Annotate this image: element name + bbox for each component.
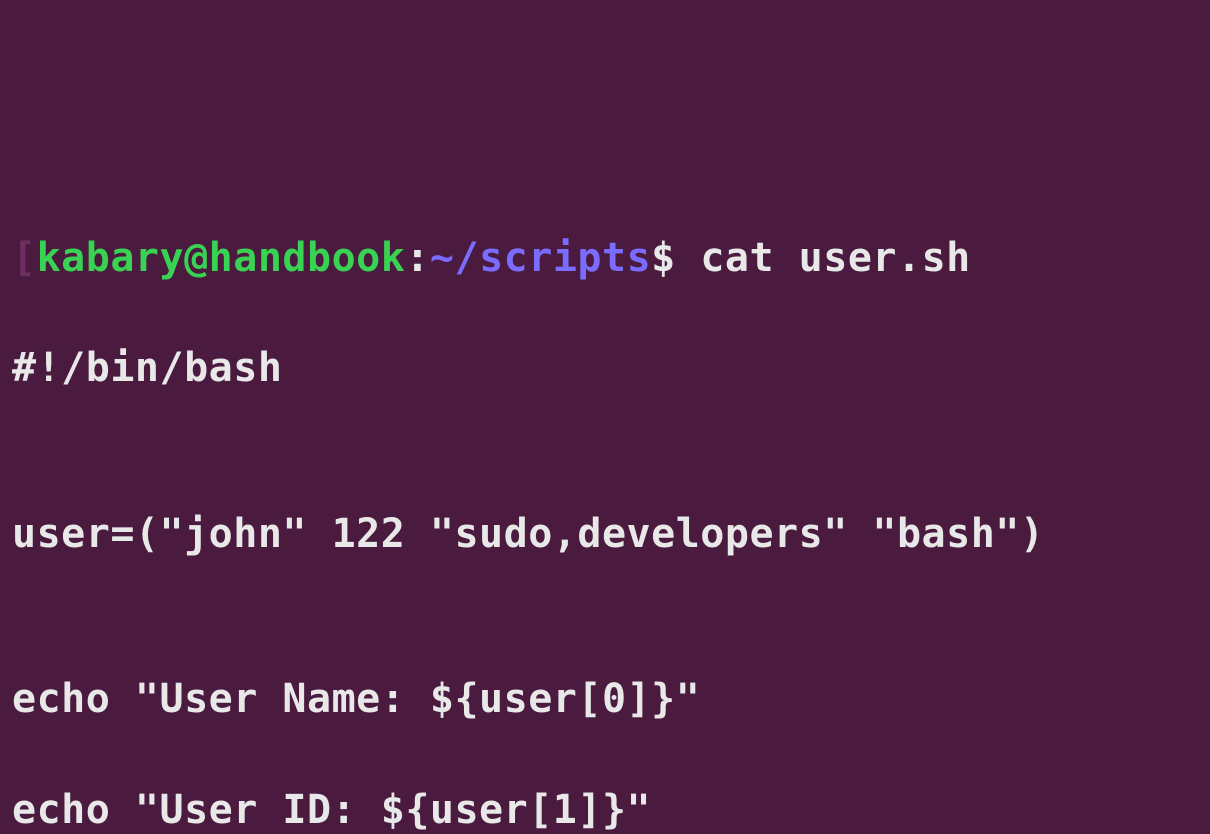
script-line: echo "User ID: ${user[1]}" [12,783,1198,834]
prompt-dollar: $ [651,235,700,281]
script-line: #!/bin/bash [12,341,1198,396]
prompt-path: ~/scripts [430,235,651,281]
script-line: echo "User Name: ${user[0]}" [12,672,1198,727]
prompt-bracket: [ [12,235,37,281]
command-cat: cat user.sh [700,235,970,281]
script-line: user=("john" 122 "sudo,developers" "bash… [12,507,1198,562]
prompt-line-1[interactable]: [kabary@handbook:~/scripts$ cat user.sh [12,231,1198,286]
prompt-user-host: kabary@handbook [37,235,406,281]
prompt-colon: : [405,235,430,281]
